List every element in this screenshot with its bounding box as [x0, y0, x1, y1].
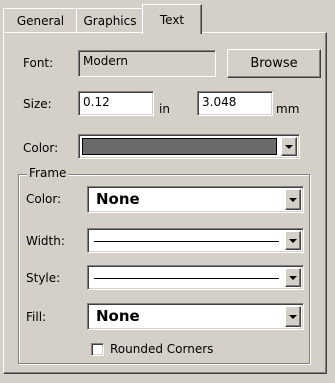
frame-fill-label: Fill: [26, 310, 47, 324]
tab-general-label: General [16, 14, 65, 28]
frame-width-label: Width: [26, 234, 65, 248]
color-label: Color: [23, 141, 59, 155]
font-value: Modern [83, 54, 129, 68]
frame-color-dropdown[interactable]: None [87, 186, 304, 213]
chevron-down-icon [289, 314, 297, 319]
frame-group-title: Frame [27, 166, 69, 180]
size-inches-unit: in [159, 102, 170, 116]
chevron-down-icon [289, 275, 297, 280]
font-field: Modern [78, 50, 216, 77]
frame-width-dropdown-arrow[interactable] [285, 231, 301, 250]
browse-button[interactable]: Browse [227, 49, 321, 78]
tab-graphics[interactable]: Graphics [76, 8, 144, 33]
frame-color-value: None [96, 190, 140, 208]
tab-graphics-label: Graphics [83, 14, 137, 28]
tab-general[interactable]: General [3, 8, 78, 33]
line-width-sample [94, 240, 279, 242]
rounded-corners-label[interactable]: Rounded Corners [110, 342, 213, 356]
frame-color-dropdown-arrow[interactable] [285, 189, 301, 210]
browse-button-label: Browse [250, 56, 298, 71]
size-mm-input[interactable]: 3.048 [197, 91, 273, 116]
color-swatch [82, 138, 277, 155]
chevron-down-icon [289, 238, 297, 243]
size-label: Size: [23, 97, 52, 111]
size-mm-value: 3.048 [202, 95, 237, 109]
size-inches-value: 0.12 [83, 95, 110, 109]
frame-style-dropdown[interactable] [87, 265, 304, 290]
color-dropdown[interactable] [78, 134, 300, 159]
size-inches-input[interactable]: 0.12 [78, 91, 154, 116]
font-label: Font: [23, 56, 54, 70]
rounded-corners-checkbox[interactable] [91, 343, 104, 356]
chevron-down-icon [285, 144, 293, 149]
frame-fill-dropdown[interactable]: None [87, 303, 304, 330]
chevron-down-icon [289, 197, 297, 202]
color-dropdown-arrow[interactable] [281, 137, 297, 156]
frame-fill-dropdown-arrow[interactable] [285, 306, 301, 327]
frame-fill-value: None [96, 307, 140, 325]
frame-style-label: Style: [26, 271, 61, 285]
frame-color-label: Color: [26, 192, 62, 206]
frame-width-dropdown[interactable] [87, 228, 304, 253]
line-style-sample [94, 277, 279, 279]
tab-text[interactable]: Text [142, 4, 202, 34]
tab-text-label: Text [159, 12, 185, 27]
size-mm-unit: mm [276, 102, 300, 116]
frame-style-dropdown-arrow[interactable] [285, 268, 301, 287]
